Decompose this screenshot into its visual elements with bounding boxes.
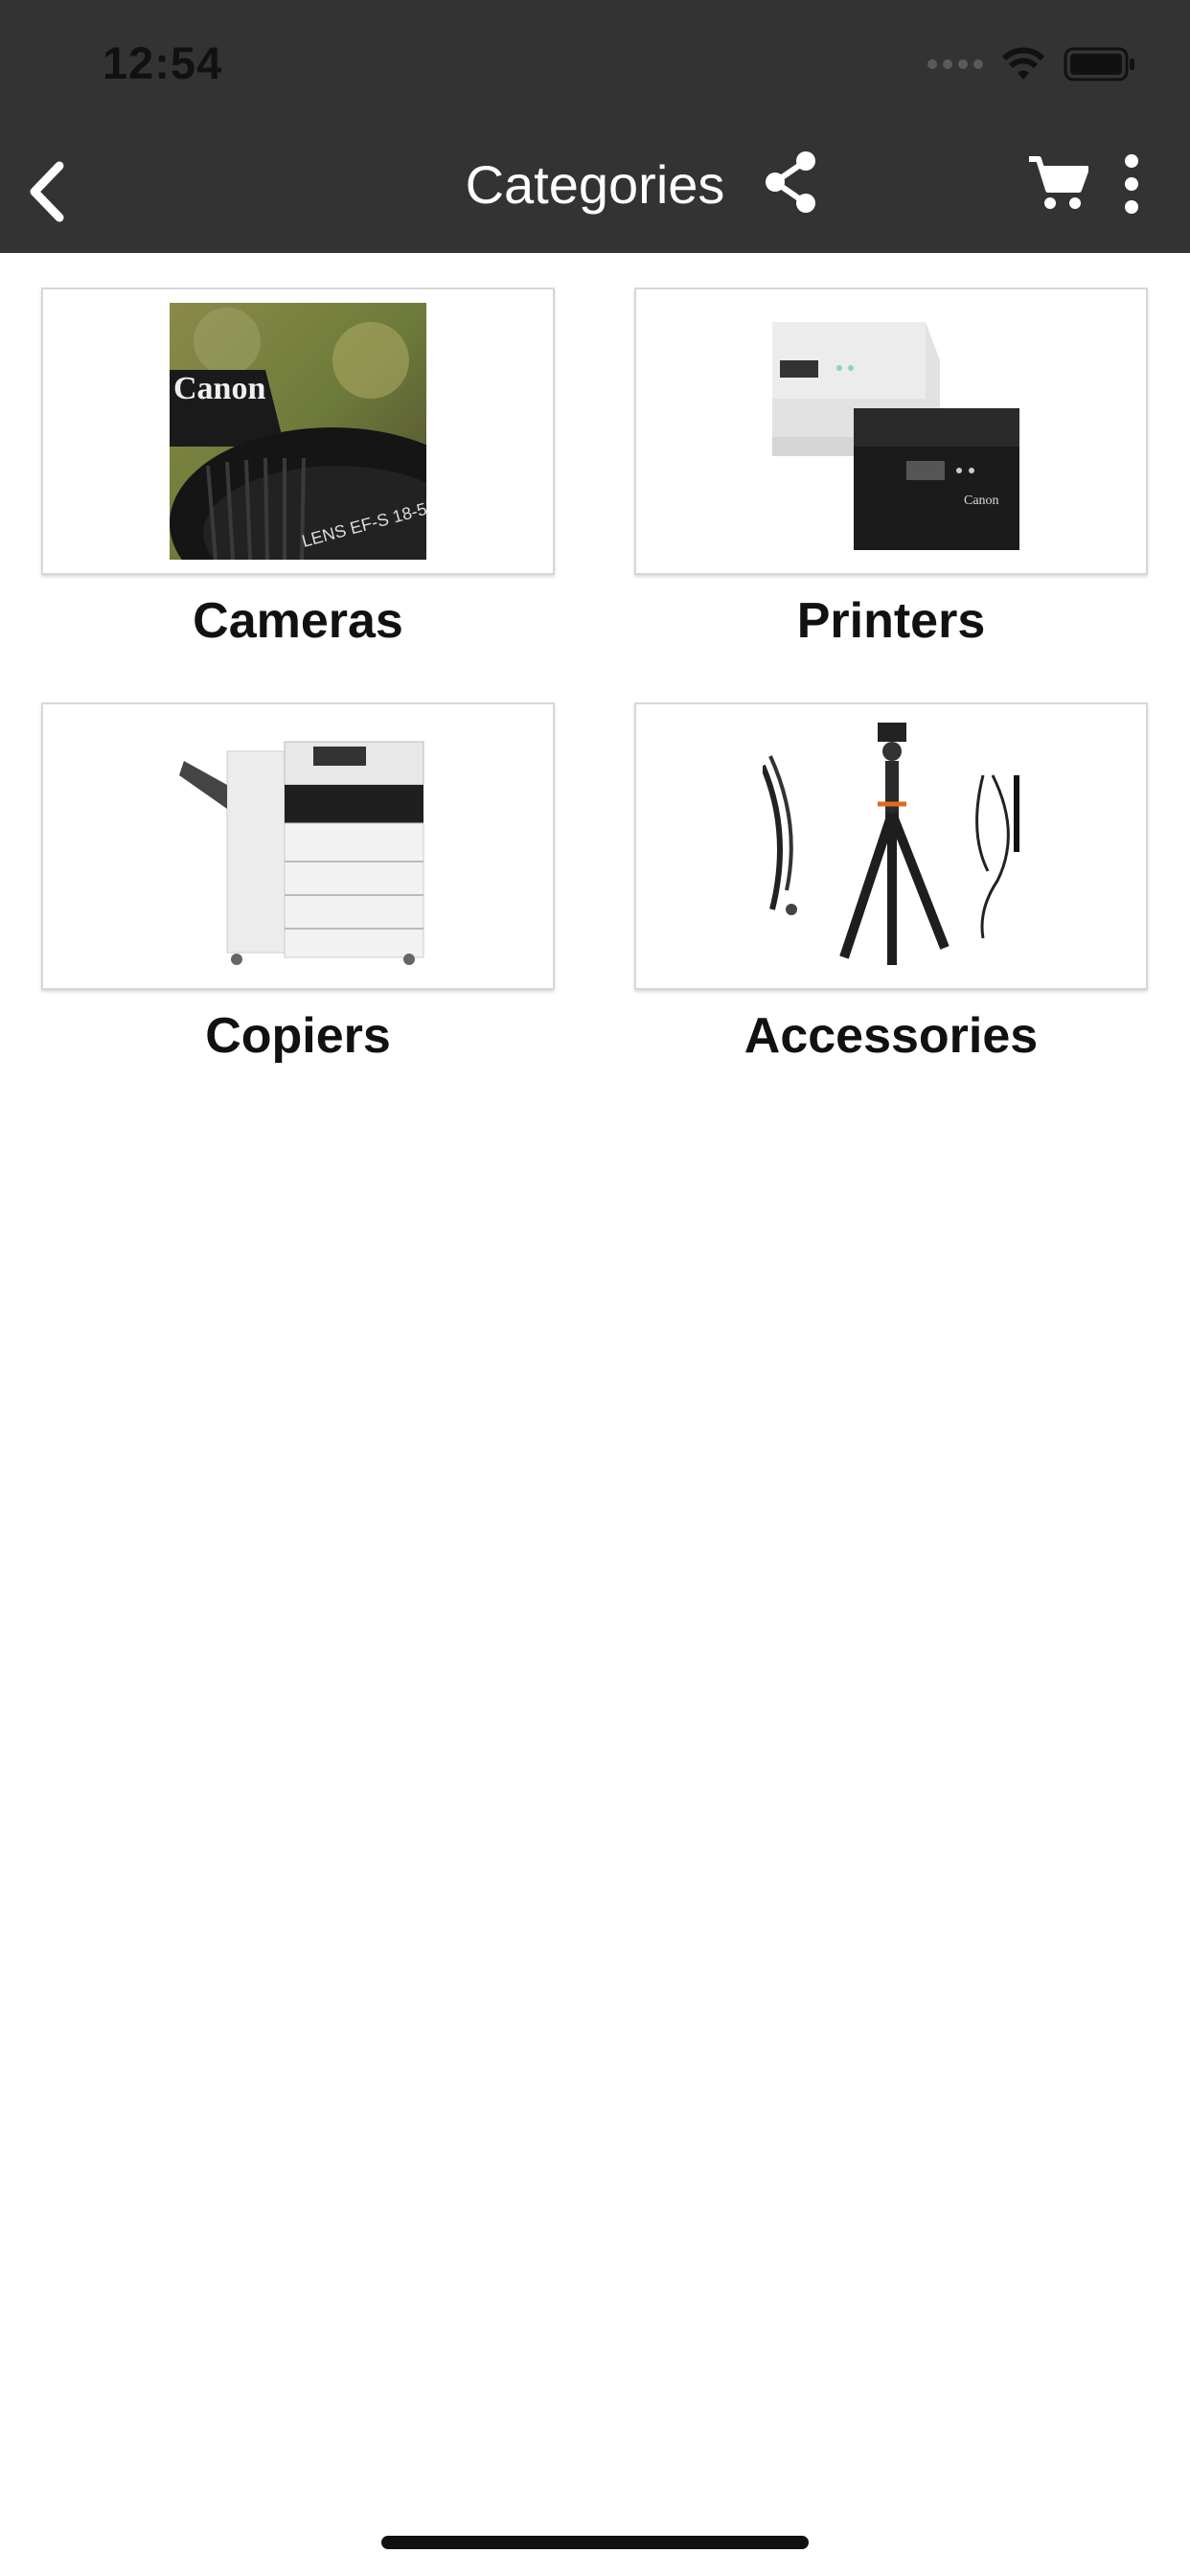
app-header: 12:54 Categories (0, 0, 1190, 253)
category-label: Cameras (193, 593, 403, 649)
copier-photo (170, 718, 426, 975)
category-label: Copiers (205, 1008, 391, 1064)
more-options-button[interactable] (1111, 146, 1152, 222)
camera-lens-photo: Canon LENS EF-S 18-55 (170, 303, 426, 560)
tripod-cables-photo (763, 718, 1019, 975)
category-card-accessories[interactable]: Accessories (634, 702, 1148, 1065)
category-image-frame[interactable]: Canon (634, 288, 1148, 575)
svg-text:Canon: Canon (173, 371, 265, 406)
home-indicator[interactable] (381, 2536, 809, 2549)
share-button[interactable] (757, 144, 824, 220)
status-icons (927, 46, 1136, 82)
wifi-icon (1001, 47, 1045, 80)
category-image-frame[interactable]: Canon LENS EF-S 18-55 (41, 288, 555, 575)
category-image-frame[interactable] (634, 702, 1148, 990)
printer-photo: Canon (763, 303, 1019, 560)
cart-icon (1029, 156, 1088, 209)
category-card-cameras[interactable]: Canon LENS EF-S 18-55 Cameras (41, 288, 555, 650)
battery-icon (1064, 47, 1134, 81)
category-label: Accessories (744, 1008, 1039, 1064)
share-icon (766, 151, 815, 213)
back-button[interactable] (13, 153, 80, 230)
category-card-copiers[interactable]: Copiers (41, 702, 555, 1065)
more-vertical-icon (1125, 154, 1138, 214)
category-label: Printers (796, 593, 986, 649)
status-time: 12:54 (103, 37, 223, 88)
signal-icon (927, 59, 983, 69)
chevron-left-icon (30, 161, 64, 222)
category-image-frame[interactable] (41, 702, 555, 990)
svg-text:Canon: Canon (964, 494, 999, 508)
category-card-printers[interactable]: Canon Printers (634, 288, 1148, 650)
page-title: Categories (465, 154, 725, 215)
cart-button[interactable] (1019, 146, 1096, 222)
